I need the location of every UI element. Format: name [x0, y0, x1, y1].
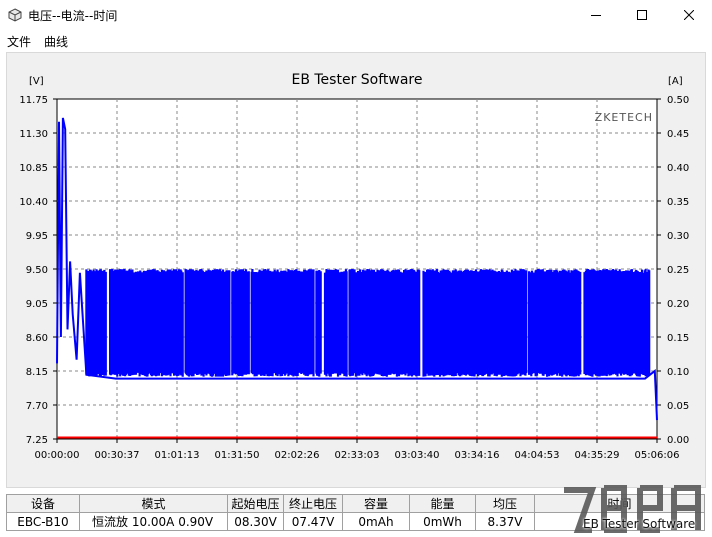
y-right-tick-label: 0.45 [667, 129, 689, 140]
y-left-tick-label: 11.30 [19, 129, 48, 140]
value-avg-voltage: 8.37V [475, 512, 535, 531]
left-axis-unit: [V] [29, 76, 44, 87]
y-left-tick-label: 8.15 [26, 367, 48, 378]
y-left-tick-label: 10.40 [19, 197, 48, 208]
y-right-tick-label: 0.40 [667, 163, 689, 174]
x-tick-label: 00:30:37 [95, 450, 140, 461]
header-capacity: 容量 [342, 494, 410, 513]
watermark-caption: EB Tester Software [583, 517, 696, 531]
y-right-tick-label: 0.15 [667, 333, 689, 344]
header-device: 设备 [6, 494, 80, 513]
y-right-tick-label: 0.50 [667, 95, 689, 106]
value-device: EBC-B10 [6, 512, 80, 531]
y-left-tick-label: 9.50 [26, 265, 48, 276]
close-button[interactable] [666, 0, 712, 30]
chart-panel: 00:00:00 00:30:37 01:01:13 01:31:50 02:02:26… [6, 52, 706, 488]
maximize-icon [637, 10, 647, 20]
x-tick-label: 04:04:53 [515, 450, 560, 461]
value-end-voltage: 07.47V [283, 512, 343, 531]
x-tick-label: 02:02:26 [275, 450, 320, 461]
x-tick-label: 04:35:29 [575, 450, 620, 461]
minimize-icon [591, 15, 601, 16]
y-right-tick-label: 0.25 [667, 265, 689, 276]
brand-label: ZKETECH [595, 111, 653, 124]
menu-file[interactable]: 文件 [7, 33, 31, 50]
header-end-voltage: 终止电压 [283, 494, 343, 513]
x-tick-label: 03:34:16 [455, 450, 500, 461]
value-energy: 0mWh [409, 512, 476, 531]
maximize-button[interactable] [619, 0, 665, 30]
menu-bar: 文件 曲线 [0, 31, 712, 51]
x-tick-label: 05:06:06 [635, 450, 680, 461]
y-right-tick-label: 0.30 [667, 231, 689, 242]
chart-title: EB Tester Software [291, 72, 422, 88]
voltage-current-chart: 00:00:00 00:30:37 01:01:13 01:31:50 02:02:26… [19, 72, 689, 461]
minimize-button[interactable] [573, 0, 619, 30]
y-left-tick-label: 11.75 [19, 95, 48, 106]
x-tick-label: 00:00:00 [35, 450, 80, 461]
window-title: 电压--电流--时间 [28, 9, 118, 23]
x-tick-label: 01:01:13 [155, 450, 200, 461]
menu-curve[interactable]: 曲线 [44, 33, 68, 50]
header-energy: 能量 [409, 494, 476, 513]
x-tick-label: 01:31:50 [215, 450, 260, 461]
close-icon [684, 10, 694, 20]
header-mode: 模式 [79, 494, 228, 513]
y-right-tick-label: 0.35 [667, 197, 689, 208]
value-capacity: 0mAh [342, 512, 410, 531]
right-axis-unit: [A] [668, 76, 683, 87]
y-right-tick-label: 0.10 [667, 367, 689, 378]
header-avg-voltage: 均压 [475, 494, 535, 513]
x-tick-label: 03:03:40 [395, 450, 440, 461]
y-right-tick-label: 0.00 [667, 435, 689, 446]
y-right-tick-label: 0.05 [667, 401, 689, 412]
title-bar: 电压--电流--时间 [0, 0, 712, 30]
value-mode: 恒流放 10.00A 0.90V [79, 512, 228, 531]
voltage-spikes [85, 269, 651, 377]
y-left-tick-label: 9.05 [26, 299, 48, 310]
app-icon [8, 8, 22, 22]
y-left-tick-label: 8.60 [26, 333, 48, 344]
x-tick-label: 02:33:03 [335, 450, 380, 461]
y-left-tick-label: 9.95 [26, 231, 48, 242]
y-right-tick-label: 0.20 [667, 299, 689, 310]
value-start-voltage: 08.30V [227, 512, 284, 531]
y-left-tick-label: 7.70 [26, 401, 48, 412]
y-left-tick-label: 10.85 [19, 163, 48, 174]
y-left-tick-label: 7.25 [26, 435, 48, 446]
header-start-voltage: 起始电压 [227, 494, 284, 513]
